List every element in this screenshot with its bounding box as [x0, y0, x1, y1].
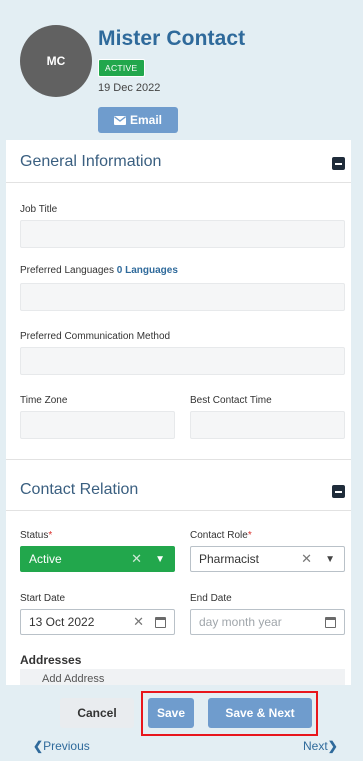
created-date: 19 Dec 2022: [98, 82, 161, 94]
clear-icon[interactable]: ✕: [133, 614, 144, 630]
preferred-comm-label: Preferred Communication Method: [20, 331, 171, 342]
status-label-text: Status: [20, 530, 49, 541]
previous-link[interactable]: ❮Previous: [33, 739, 90, 753]
job-title-label: Job Title: [20, 204, 58, 215]
end-date-placeholder: day month year: [199, 615, 282, 629]
clear-icon[interactable]: ✕: [131, 551, 142, 567]
languages-link[interactable]: 0 Languages: [117, 265, 178, 276]
chevron-down-icon[interactable]: ▼: [155, 554, 165, 565]
highlight-box: [141, 691, 318, 736]
previous-label: Previous: [43, 739, 90, 753]
best-contact-time-input[interactable]: [190, 411, 345, 439]
preferred-languages-input[interactable]: [20, 283, 345, 311]
preferred-languages-text: Preferred Languages: [20, 265, 114, 276]
section-divider: [6, 182, 351, 183]
preferred-comm-input[interactable]: [20, 347, 345, 375]
addresses-label: Addresses: [20, 653, 82, 667]
envelope-icon: [113, 115, 126, 125]
add-address-text: Add Address: [42, 673, 105, 685]
contact-form-panel[interactable]: General Information Job Title Preferred …: [6, 140, 351, 685]
avatar: MC: [20, 25, 92, 97]
job-title-input[interactable]: [20, 220, 345, 248]
chevron-right-icon: ❯: [327, 739, 338, 753]
start-date-input[interactable]: 13 Oct 2022 ✕: [20, 609, 175, 635]
cancel-button[interactable]: Cancel: [60, 698, 134, 728]
contact-role-select[interactable]: Pharmacist ✕ ▼: [190, 546, 345, 572]
clear-icon[interactable]: ✕: [301, 551, 312, 567]
status-badge: ACTIVE: [98, 59, 145, 77]
collapse-icon[interactable]: [332, 485, 345, 498]
required-asterisk: *: [48, 530, 53, 541]
best-contact-time-label: Best Contact Time: [190, 395, 272, 406]
calendar-icon[interactable]: [325, 617, 336, 628]
contact-role-value: Pharmacist: [199, 552, 260, 566]
contact-role-label-text: Contact Role: [190, 530, 248, 541]
contact-role-label: Contact Role*: [190, 530, 252, 541]
required-asterisk: *: [247, 530, 252, 541]
time-zone-label: Time Zone: [20, 395, 68, 406]
chevron-left-icon: ❮: [33, 739, 44, 753]
calendar-icon[interactable]: [155, 617, 166, 628]
start-date-value: 13 Oct 2022: [29, 615, 95, 629]
preferred-languages-label: Preferred Languages 0 Languages: [20, 265, 178, 276]
status-value: Active: [29, 552, 62, 566]
time-zone-input[interactable]: [20, 411, 175, 439]
end-date-label: End Date: [190, 593, 232, 604]
contact-name: Mister Contact: [98, 27, 246, 50]
add-address-link[interactable]: Add Address: [20, 669, 345, 685]
status-label: Status*: [20, 530, 52, 541]
status-select[interactable]: Active ✕ ▼: [20, 546, 175, 572]
avatar-initials: MC: [46, 54, 66, 68]
start-date-label: Start Date: [20, 593, 66, 604]
contact-relation-title: Contact Relation: [20, 481, 139, 498]
general-info-title: General Information: [20, 153, 162, 170]
next-link[interactable]: Next❯: [303, 739, 338, 753]
section-divider: [6, 510, 351, 511]
email-button[interactable]: Email: [98, 107, 178, 133]
section-divider: [6, 459, 351, 460]
contact-header: MC Mister Contact ACTIVE 19 Dec 2022 Ema…: [0, 0, 363, 140]
collapse-icon[interactable]: [332, 157, 345, 170]
form-footer: Cancel Save Save & Next ❮Previous Next❯: [0, 685, 363, 761]
chevron-down-icon[interactable]: ▼: [325, 554, 335, 565]
next-label: Next: [303, 739, 328, 753]
email-button-label: Email: [129, 113, 162, 127]
end-date-input[interactable]: day month year: [190, 609, 345, 635]
